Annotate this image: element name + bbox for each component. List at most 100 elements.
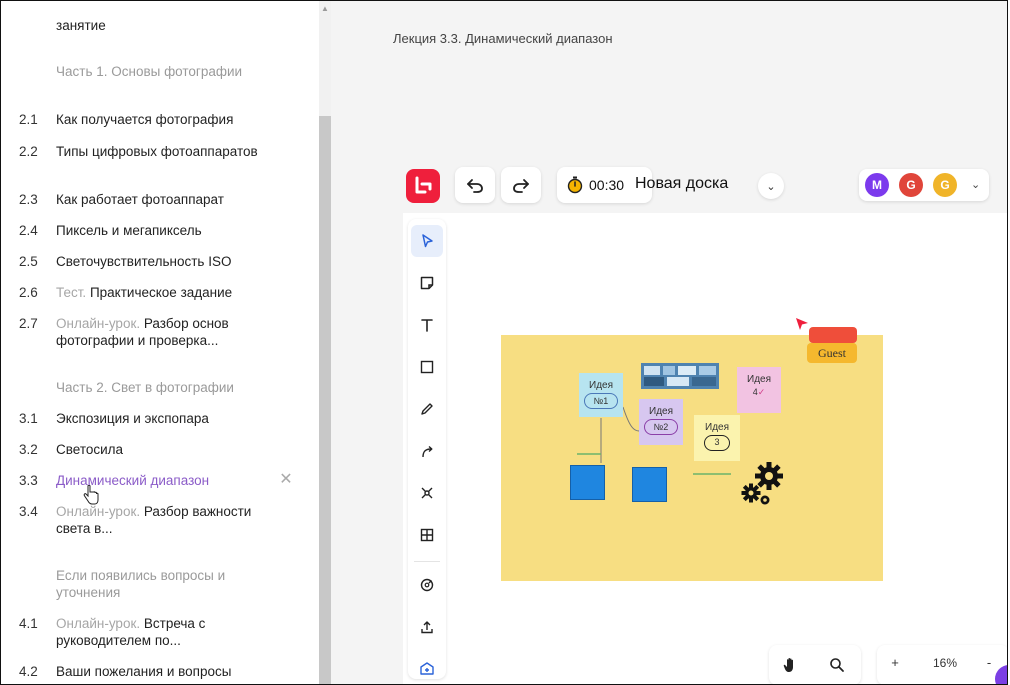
toc-item-prefix: Онлайн-урок. [56, 616, 141, 631]
toc-item-number: 2.2 [19, 144, 38, 159]
app-logo-button[interactable] [406, 169, 440, 203]
pen-tool-button[interactable] [411, 393, 443, 425]
toc-item-title: Как получается фотография [56, 112, 234, 127]
toc-item-number: 2.5 [19, 254, 38, 269]
sticky-note-title: Идея [649, 406, 673, 417]
close-icon[interactable]: ✕ [279, 472, 293, 488]
sticky-note[interactable]: Идея 3 [694, 415, 740, 461]
sticky-note-title: Идея [705, 422, 729, 433]
photo-collage-icon [641, 363, 719, 389]
scroll-up-icon[interactable]: ▲ [321, 5, 329, 13]
chevron-down-icon: ⌄ [766, 180, 776, 193]
sidebar-scroll-thumb[interactable] [319, 116, 331, 684]
toc-item-number: 2.6 [19, 285, 38, 300]
square-icon [420, 360, 434, 374]
redo-icon [513, 179, 529, 193]
board-menu-button[interactable]: ⌄ [758, 173, 784, 199]
sticky-note[interactable]: Идея №1 [579, 373, 623, 417]
text-tool-button[interactable] [411, 309, 443, 341]
text-icon [421, 319, 433, 332]
whiteboard-embed[interactable]: 00:30 Новая доска ⌄ M G G ⌄ Идея №1 Идея… [403, 159, 1007, 684]
board-frame[interactable]: Идея №1 Идея №2 Идея 3 Идея 4✓ [501, 335, 883, 581]
avatar[interactable]: G [933, 173, 957, 197]
toc-item-text: Практическое задание [89, 285, 233, 300]
toc-item-title: Онлайн-урок. Встреча с руководителем по.… [56, 615, 281, 649]
gears-icon [741, 462, 783, 505]
connector-tool-button[interactable] [411, 435, 443, 467]
app-frame: занятие Часть 1. Основы фотографии 2.1 К… [0, 0, 1008, 685]
chevron-down-icon[interactable]: ⌄ [971, 178, 980, 191]
sticky-note[interactable]: Идея 4✓ [737, 367, 781, 413]
sticky-note-tool-button[interactable] [411, 267, 443, 299]
lecture-title: Лекция 3.3. Динамический диапазон [393, 31, 613, 46]
tools-panel [408, 219, 446, 679]
zoom-out-button[interactable]: - [981, 655, 997, 670]
shape-tool-button[interactable] [411, 351, 443, 383]
board-name[interactable]: Новая доска [635, 175, 728, 193]
templates-tool-button[interactable] [411, 569, 443, 601]
toc-item-number: 4.1 [19, 616, 38, 631]
toc-item-number: 3.3 [19, 473, 38, 488]
toc-item-title: Как работает фотоаппарат [56, 192, 224, 207]
sticky-note-title: Идея [747, 374, 771, 385]
sticky-note-icon [420, 276, 434, 290]
mind-map-icon [421, 487, 433, 499]
toc-section-heading: Часть 1. Основы фотографии [56, 64, 243, 79]
toc-item-title: Экспозиция и экспопара [56, 411, 209, 426]
course-sidebar: занятие Часть 1. Основы фотографии 2.1 К… [1, 1, 319, 684]
upload-icon [421, 621, 433, 634]
mind-map-tool-button[interactable] [411, 477, 443, 509]
toc-item-title: занятие [56, 18, 106, 33]
toc-item-prefix: Тест. [56, 285, 87, 300]
more-apps-tool-button[interactable] [411, 653, 443, 684]
avatar[interactable]: M [865, 173, 889, 197]
toc-item-prefix: Онлайн-урок. [56, 316, 141, 331]
toc-item-title: Светосила [56, 442, 124, 457]
shape-square[interactable] [632, 467, 667, 502]
sticky-note-text: №2 [644, 419, 678, 435]
toc-item-number: 4.2 [19, 664, 38, 679]
toc-item-title: Тест. Практическое задание [56, 284, 281, 301]
sticky-note-text: №1 [584, 393, 618, 409]
table-tool-button[interactable] [411, 519, 443, 551]
upload-tool-button[interactable] [411, 611, 443, 643]
sticky-note-text: 4✓ [737, 387, 781, 398]
shape-square[interactable] [570, 465, 605, 500]
board-image[interactable] [641, 363, 719, 389]
redo-button[interactable] [501, 167, 541, 203]
sticky-note-title: Идея [589, 380, 613, 391]
toc-item-number: 2.4 [19, 223, 38, 238]
undo-button[interactable] [455, 167, 495, 203]
lesson-content: Лекция 3.3. Динамический диапазон 00:30 … [331, 1, 1007, 684]
logo-icon [415, 176, 432, 194]
toc-item-number: 2.7 [19, 316, 38, 331]
pen-icon [421, 403, 433, 415]
pan-tool-button[interactable] [777, 651, 805, 679]
guest-cursor-icon [796, 318, 808, 330]
navigation-controls [769, 645, 861, 684]
participants-list[interactable]: M G G ⌄ [859, 169, 989, 201]
toc-item-number: 2.1 [19, 112, 38, 127]
tools-divider [414, 561, 440, 562]
palette-icon [420, 578, 434, 592]
hand-icon [783, 658, 793, 672]
search-icon [830, 658, 844, 672]
cursor-arrow-icon [422, 234, 433, 248]
avatar[interactable]: G [899, 173, 923, 197]
select-tool-button[interactable] [411, 225, 443, 257]
stopwatch-icon [567, 176, 583, 194]
connector-arrow-icon [422, 445, 433, 458]
toc-section-heading: Часть 2. Свет в фотографии [56, 380, 234, 395]
toc-item-title: Пиксель и мегапиксель [56, 223, 202, 238]
search-button[interactable] [823, 651, 851, 679]
apps-add-icon [420, 662, 434, 675]
sticky-note[interactable]: Идея №2 [639, 399, 683, 445]
zoom-level[interactable]: 16% [925, 656, 965, 670]
remote-cursor-label-back [809, 327, 857, 343]
toc-item-number: 3.2 [19, 442, 38, 457]
zoom-in-button[interactable]: + [887, 655, 903, 670]
toc-item-title: Онлайн-урок. Разбор основ фотографии и п… [56, 315, 281, 349]
sticky-note-text: 3 [704, 435, 730, 451]
undo-icon [467, 179, 483, 193]
timer-value: 00:30 [589, 177, 625, 193]
